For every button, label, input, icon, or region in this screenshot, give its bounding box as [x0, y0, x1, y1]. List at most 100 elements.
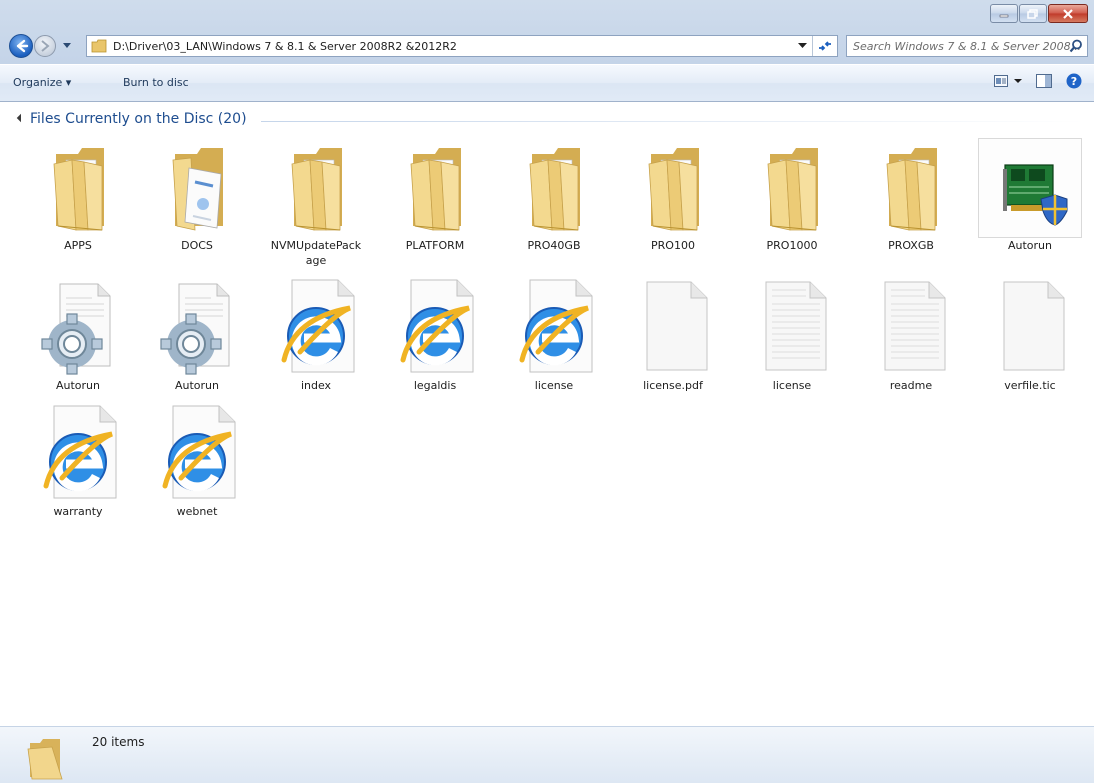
details-pane: 20 items — [0, 726, 1094, 783]
text-file-icon — [740, 278, 844, 378]
ie-html-icon — [26, 404, 130, 504]
text-file-icon — [859, 278, 963, 378]
chevron-down-icon — [1014, 78, 1022, 83]
folder-icon — [26, 138, 130, 238]
folder-icon — [621, 138, 725, 238]
file-label: license — [534, 379, 574, 392]
view-controls: ? — [994, 73, 1082, 89]
refresh-button[interactable] — [812, 36, 837, 56]
ie-html-icon — [145, 404, 249, 504]
ie-html-icon — [264, 278, 368, 378]
file-item[interactable]: DOCS — [145, 138, 249, 253]
file-item[interactable]: index — [264, 278, 368, 393]
back-button[interactable] — [9, 34, 33, 58]
item-count: 20 items — [92, 735, 145, 749]
file-item[interactable]: PRO100 — [621, 138, 725, 253]
group-title: Files Currently on the Disc (20) — [30, 111, 247, 127]
blank-file-icon — [621, 278, 725, 378]
file-label: PRO100 — [651, 239, 695, 252]
file-item[interactable]: PRO1000 — [740, 138, 844, 253]
burn-to-disc-button[interactable]: Burn to disc — [123, 76, 189, 89]
view-icon — [994, 75, 1008, 87]
file-label: license — [772, 379, 812, 392]
restore-button[interactable] — [1019, 4, 1047, 23]
help-icon[interactable]: ? — [1066, 73, 1082, 89]
group-divider — [261, 121, 1086, 122]
file-item[interactable]: Autorun — [145, 278, 249, 393]
change-view-button[interactable] — [994, 75, 1022, 87]
forward-arrow-icon — [41, 40, 50, 52]
file-item[interactable]: legaldis — [383, 278, 487, 393]
file-item[interactable]: APPS — [26, 138, 130, 253]
collapse-triangle-icon[interactable] — [16, 113, 26, 123]
preview-pane-icon[interactable] — [1036, 74, 1052, 88]
file-item[interactable]: PROXGB — [859, 138, 963, 253]
file-item[interactable]: verfile.tic — [978, 278, 1082, 393]
back-arrow-icon — [16, 39, 29, 53]
file-item[interactable]: webnet — [145, 404, 249, 519]
file-item[interactable]: readme — [859, 278, 963, 393]
file-item[interactable]: PLATFORM — [383, 138, 487, 253]
file-item[interactable]: Autorun — [26, 278, 130, 393]
address-dropdown-button[interactable] — [793, 36, 811, 56]
blank-file-icon — [978, 278, 1082, 378]
group-header[interactable]: Files Currently on the Disc (20) — [16, 110, 1086, 130]
file-label: license.pdf — [643, 379, 703, 392]
window-controls — [990, 4, 1088, 23]
close-icon — [1063, 8, 1073, 19]
minimize-icon — [999, 14, 1009, 17]
autorun-exe-icon — [978, 138, 1082, 238]
config-file-icon — [145, 278, 249, 378]
folder-icon — [264, 138, 368, 238]
file-label: PROXGB — [888, 239, 934, 252]
file-label: Autorun — [174, 379, 219, 392]
forward-button[interactable] — [34, 35, 56, 57]
config-file-icon — [26, 278, 130, 378]
organize-button[interactable]: Organize ▾ — [13, 76, 71, 89]
file-view[interactable]: Files Currently on the Disc (20) APPS DO… — [0, 102, 1094, 726]
ie-html-icon — [502, 278, 606, 378]
file-label: PLATFORM — [405, 239, 465, 252]
chevron-down-icon — [797, 43, 807, 48]
file-label: warranty — [53, 505, 103, 518]
close-button[interactable] — [1048, 4, 1088, 23]
command-bar: Organize ▾ Burn to disc ? — [0, 64, 1094, 102]
restore-icon — [1027, 8, 1038, 19]
file-label: Autorun — [55, 379, 100, 392]
minimize-button[interactable] — [990, 4, 1018, 23]
file-label: verfile.tic — [1004, 379, 1056, 392]
ie-html-icon — [383, 278, 487, 378]
navigation-row: D:\Driver\03_LAN\Windows 7 & 8.1 & Serve… — [6, 34, 1088, 60]
file-item[interactable]: warranty — [26, 404, 130, 519]
file-item[interactable]: license — [740, 278, 844, 393]
search-placeholder: Search Windows 7 & 8.1 & Server 2008... — [853, 39, 1082, 53]
folder-icon — [859, 138, 963, 238]
search-icon[interactable] — [1069, 39, 1083, 53]
file-label: DOCS — [181, 239, 213, 252]
refresh-icon — [819, 41, 831, 51]
svg-text:?: ? — [1071, 75, 1077, 88]
folder-docs-icon — [145, 138, 249, 238]
folder-icon — [383, 138, 487, 238]
explorer-window: D:\Driver\03_LAN\Windows 7 & 8.1 & Serve… — [0, 0, 1094, 783]
folder-icon — [740, 138, 844, 238]
file-label: readme — [889, 379, 933, 392]
file-label: Autorun — [1007, 239, 1052, 252]
file-item[interactable]: NVMUpdatePackage — [264, 138, 368, 268]
folder-icon — [27, 739, 63, 780]
file-label: APPS — [64, 239, 92, 252]
search-box[interactable]: Search Windows 7 & 8.1 & Server 2008... — [846, 35, 1088, 57]
file-label: NVMUpdatePackage — [270, 239, 362, 267]
file-item[interactable]: PRO40GB — [502, 138, 606, 253]
file-label: PRO40GB — [527, 239, 581, 252]
file-label: webnet — [176, 505, 218, 518]
file-label: index — [300, 379, 332, 392]
recent-pages-dropdown-icon[interactable] — [62, 42, 72, 50]
file-item[interactable]: license.pdf — [621, 278, 725, 393]
file-label: legaldis — [413, 379, 457, 392]
address-path: D:\Driver\03_LAN\Windows 7 & 8.1 & Serve… — [113, 39, 457, 53]
file-item[interactable]: Autorun — [978, 138, 1082, 253]
file-label: PRO1000 — [766, 239, 818, 252]
address-bar[interactable]: D:\Driver\03_LAN\Windows 7 & 8.1 & Serve… — [86, 35, 838, 57]
file-item[interactable]: license — [502, 278, 606, 393]
